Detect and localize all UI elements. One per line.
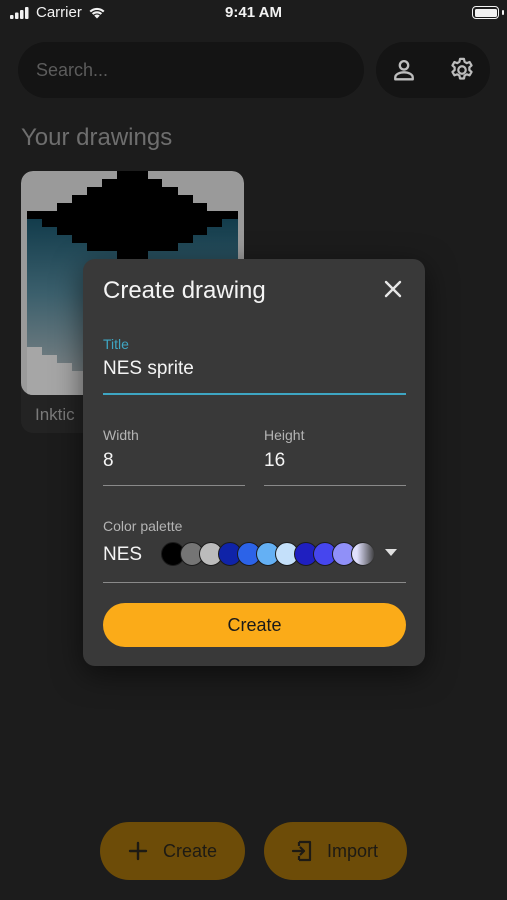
import-fab-label: Import [327,841,379,861]
height-field-value[interactable]: 16 [264,450,285,472]
title-field-label: Title [103,336,129,352]
width-field-value[interactable]: 8 [103,450,114,472]
palette-field-underline [103,582,406,583]
drawing-name: Inktic [35,405,75,424]
title-field-value[interactable]: NES sprite [103,358,194,380]
gear-icon[interactable] [448,56,476,84]
dialog-title: Create drawing [103,277,266,304]
dropdown-arrow-icon[interactable] [385,549,397,556]
status-bar: Carrier 9:41 AM [0,0,507,28]
section-title: Your drawings [21,124,173,151]
header-actions [376,42,490,98]
width-field-label: Width [103,427,139,443]
import-fab[interactable]: Import [264,822,407,880]
person-icon[interactable] [390,56,418,84]
search-bar[interactable]: Search... [18,42,364,98]
search-placeholder: Search... [36,60,109,80]
create-drawing-dialog: Create drawing Title NES sprite Width 8 … [83,259,425,666]
height-field-underline [264,485,406,486]
palette-field-value: NES [103,544,143,565]
plus-icon [128,841,148,861]
battery-icon [472,6,499,19]
status-time: 9:41 AM [225,4,282,21]
import-icon [291,840,312,862]
palette-field-label: Color palette [103,518,183,534]
title-field-underline [103,393,406,395]
palette-swatches [161,542,375,566]
close-icon[interactable] [379,275,407,303]
create-fab[interactable]: Create [100,822,245,880]
battery-nub [502,10,504,15]
swatch-fade [357,542,375,566]
create-fab-label: Create [163,841,218,861]
create-button[interactable]: Create [103,603,406,647]
width-field-underline [103,485,245,486]
height-field-label: Height [264,427,305,443]
